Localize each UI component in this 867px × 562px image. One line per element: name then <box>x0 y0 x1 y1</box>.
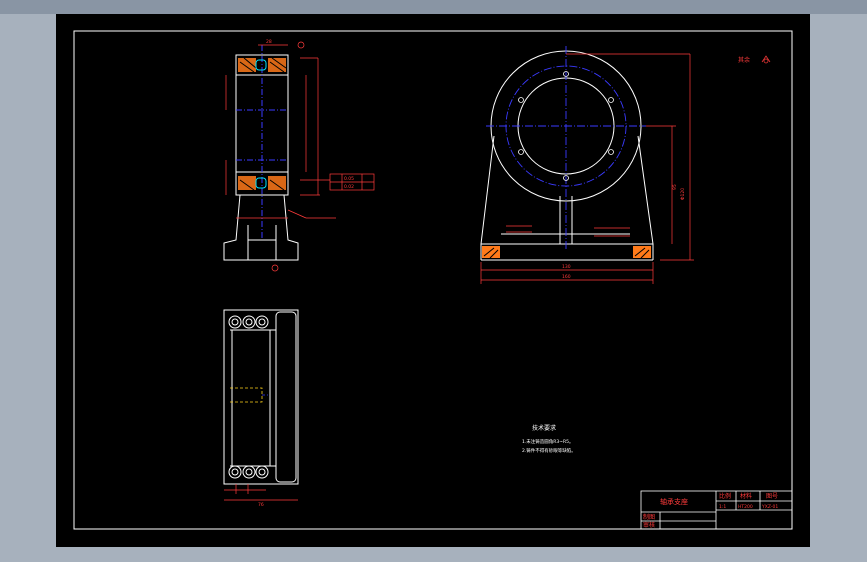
dim-tol-b: 0.02 <box>344 184 354 190</box>
inner-border <box>73 30 793 530</box>
title-value-drawing-no: YXZ-01 <box>761 504 778 510</box>
dim-plan-width: 76 <box>258 502 264 508</box>
dim-side-top: 28 <box>266 39 272 45</box>
title-value-material: HT200 <box>738 504 753 510</box>
side-view-slots <box>255 59 267 189</box>
tech-req-line-1: 1.未注铸造圆角R3~R5。 <box>522 438 574 445</box>
title-value-scale: 1:1 <box>719 504 726 510</box>
title-part-name: 轴承支座 <box>660 497 688 506</box>
title-header-drawing-no: 图号 <box>766 493 778 500</box>
side-view <box>223 45 299 261</box>
title-row-drafter: 制图 <box>643 513 655 521</box>
title-row-reviewer: 审核 <box>643 521 655 529</box>
plan-view <box>223 309 299 485</box>
plan-view-hidden <box>230 387 268 403</box>
cad-drawing: 28 0.05 0.02 76 130 160 95 Φ120 其余 技术要求 … <box>73 30 793 530</box>
dim-tol-a: 0.05 <box>344 176 354 182</box>
dim-front-height: 95 <box>672 184 678 190</box>
plan-view-dimensions <box>224 484 298 501</box>
tech-req-title: 技术要求 <box>532 424 556 432</box>
front-view <box>480 50 654 261</box>
dim-front-total-height: Φ120 <box>680 188 686 200</box>
dim-front-inner: 130 <box>562 264 571 270</box>
dim-front-total: 160 <box>562 274 571 280</box>
roughness-label: 其余 <box>738 56 750 64</box>
title-header-material: 材料 <box>740 492 752 500</box>
tech-req-line-2: 2.铸件不得有砂眼等缺陷。 <box>522 447 576 454</box>
title-header-scale: 比例 <box>719 492 731 500</box>
front-view-base-hatch <box>482 246 651 258</box>
